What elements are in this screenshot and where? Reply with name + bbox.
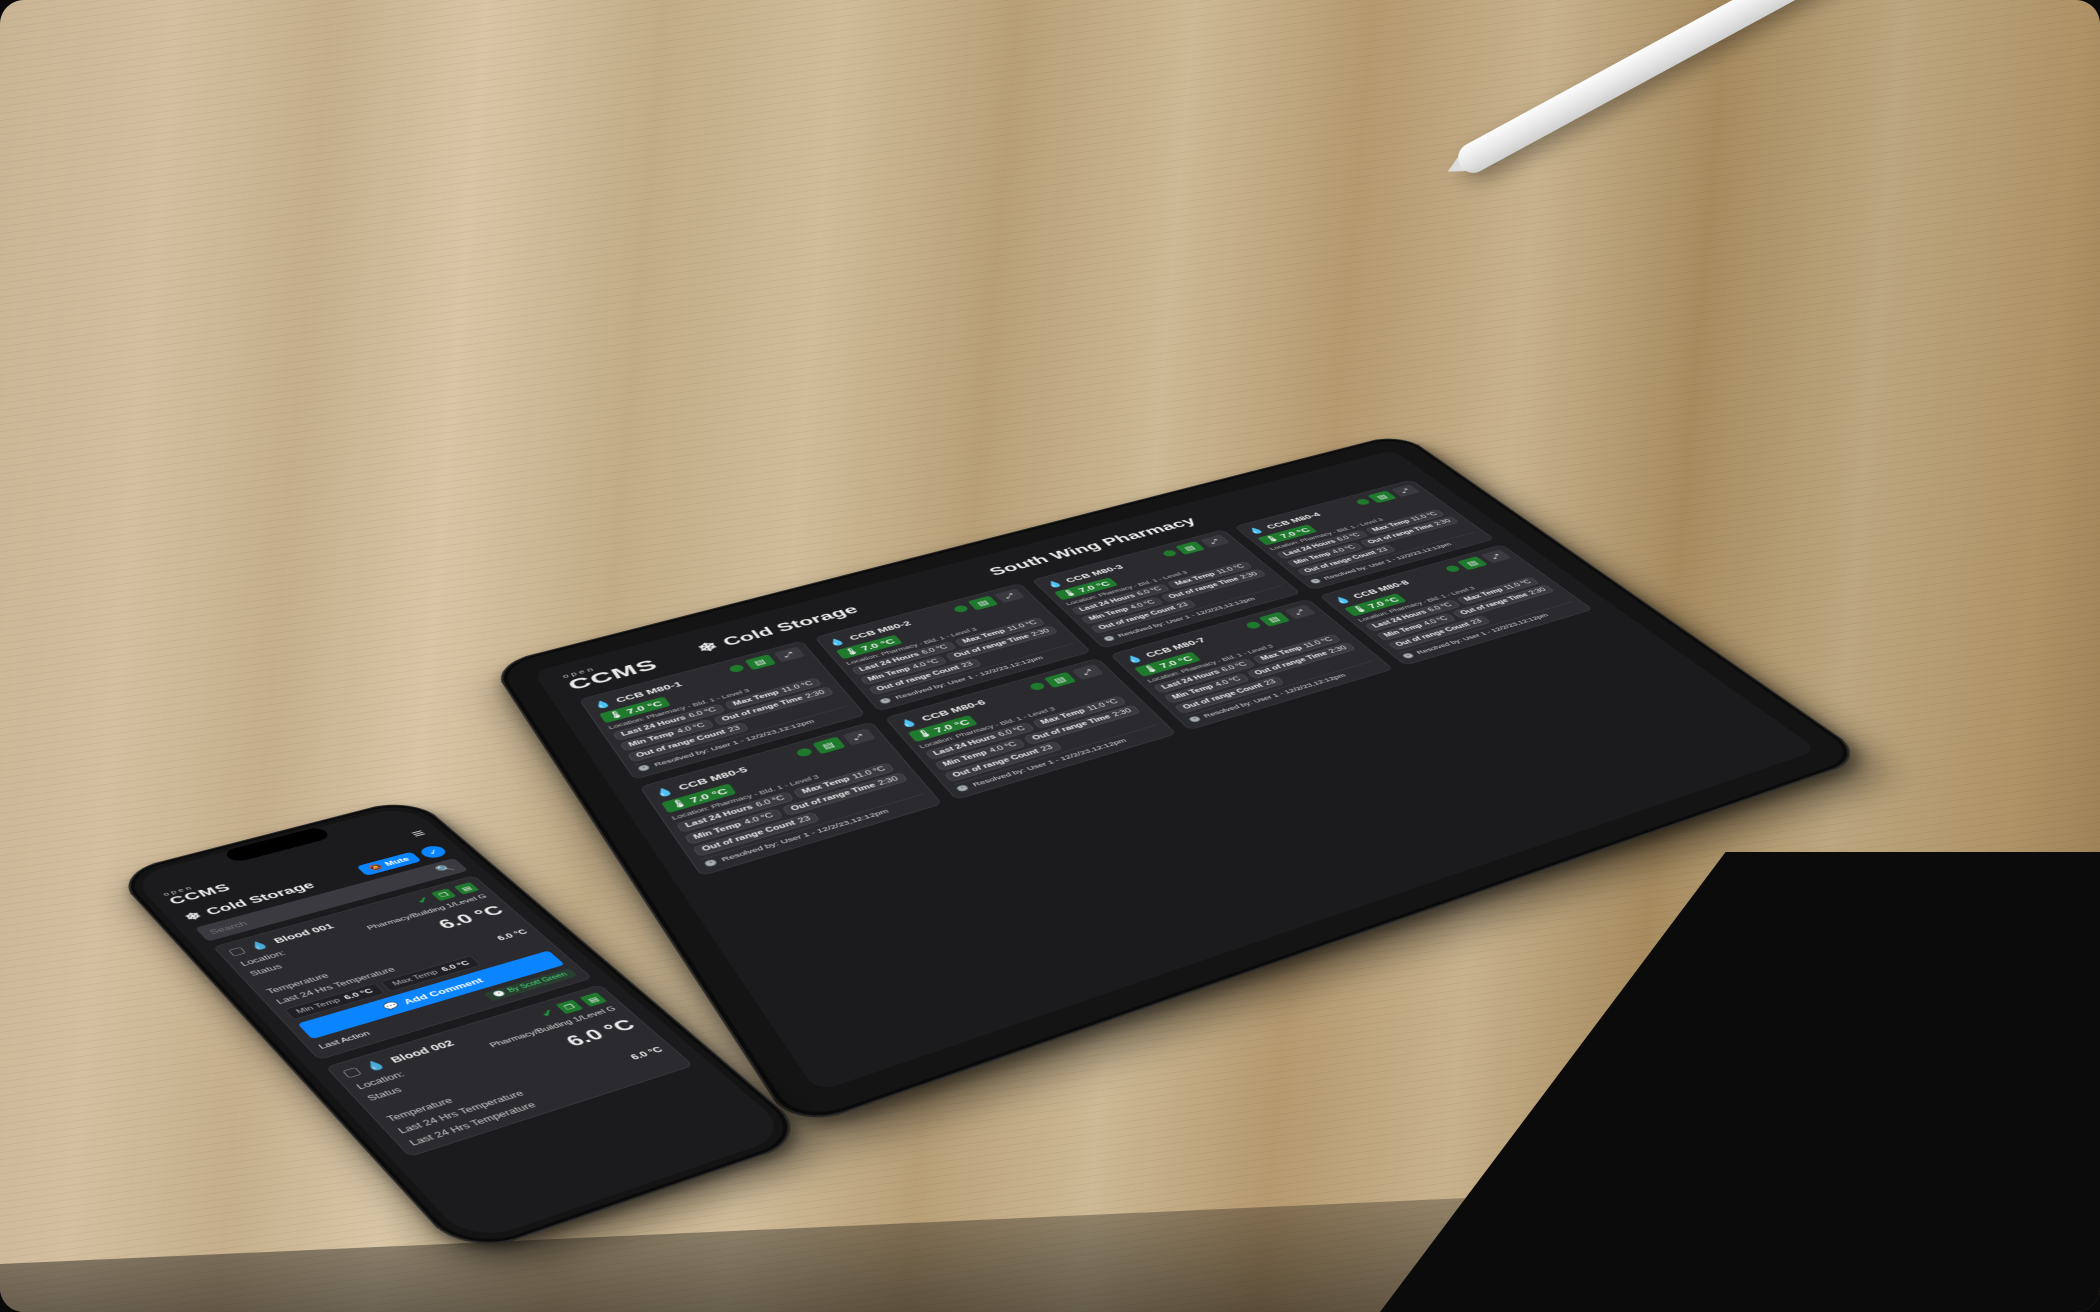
status-dot [952,604,970,613]
search-icon[interactable]: 🔍 [433,862,458,874]
thermometer-icon: 🌡 [1140,663,1162,674]
snowflake-icon: ❄ [182,910,205,923]
last24-value: 6.0 °C [628,1045,665,1061]
oor-count-pill: Out of range Count 23 [943,741,1062,782]
select-checkbox[interactable] [228,947,246,957]
status-check-icon: ✔ [413,895,433,906]
phone-sensor-card[interactable]: 💧 Blood 002 ✔ ❐ ▤ Location: Pharmacy/Buil… [325,984,694,1157]
status-dot [1355,498,1372,506]
min-temp-pill: Min Temp 4.0 °C [620,719,715,751]
last24-pill: Last 24 Hours 6.0 °C [676,791,795,832]
clock-icon: 🕑 [955,784,971,793]
clock-icon: 🕑 [1309,578,1324,585]
chart-icon[interactable]: ▤ [812,737,845,755]
location-value: Pharmacy/Building 1/Level G [488,1005,619,1050]
status-check-icon: ✔ [537,1007,559,1020]
chat-icon: 💬 [381,1000,403,1012]
chart-icon[interactable]: ▤ [454,882,479,895]
copy-icon[interactable]: ❐ [431,888,457,901]
status-dot [1244,621,1262,630]
clock-icon: 🕑 [878,697,893,705]
drop-icon: 💧 [1246,525,1267,535]
drop-icon: 💧 [1044,579,1065,590]
thermometer-icon: 🌡 [605,709,626,721]
card-location: Location: Pharmacy - Bld. 1 - Level 3 [670,753,892,821]
drop-icon: 💧 [826,636,848,647]
temperature-label: Temperature [385,1096,455,1123]
clock-icon: 🕑 [492,990,508,998]
resolved-by-row: 🕑 Resolved by: User 1 - 12/2/23,12:12pm [953,724,1165,792]
status-dot [1444,565,1462,573]
chart-icon[interactable]: ▤ [580,992,608,1006]
clock-icon: 🕑 [636,764,652,773]
drop-icon: 💧 [897,717,920,730]
card-title: CCB M80-5 [676,752,794,791]
current-temp-badge: 🌡7.0 °C [907,715,978,742]
clock-icon: 🕑 [703,859,720,869]
oor-time-pill: Out of range Time 2:30 [1023,705,1141,745]
select-checkbox[interactable] [342,1067,362,1078]
drop-icon: 💧 [1331,595,1353,606]
thermometer-icon: 🌡 [914,728,936,740]
thermometer-icon: 🌡 [1349,604,1370,614]
drop-icon: 💧 [1123,653,1146,665]
menu-icon[interactable]: ≡ [407,827,430,840]
last24-pill: Last 24 Hours 6.0 °C [924,722,1035,760]
last24-label: Last 24 Hrs Temperature [396,1089,526,1135]
min-temp-pill: Min Temp 4.0 °C [934,738,1027,771]
drop-icon: 💧 [652,785,676,799]
expand-icon[interactable]: ⤢ [842,728,875,745]
check-icon: ✓ [425,847,442,856]
drop-icon: 💧 [591,698,613,710]
clock-icon: 🕑 [1401,652,1416,660]
status-dot [1161,549,1178,557]
resolved-by-row: 🕑 Resolved by: User 1 - 12/2/23,12:12pm [701,794,930,869]
clock-icon: 🕑 [1102,635,1117,642]
oor-count-pill: Out of range Count 23 [692,812,820,857]
thermometer-icon: 🌡 [841,646,862,657]
oor-count-pill: Out of range Count 23 [627,722,749,762]
copy-icon[interactable]: ❐ [556,1000,584,1015]
oor-time-pill: Out of range Time 2:30 [782,772,909,816]
status-dot [794,747,813,758]
select-all-toggle[interactable]: ✓ [417,844,449,860]
current-temp-badge: 🌡7.0 °C [661,783,736,813]
thermometer-icon: 🌡 [668,797,690,810]
temp-value: 6.0 °C [561,1016,641,1051]
item-name: Blood 002 [388,1013,540,1064]
thermometer-icon: 🌡 [1060,588,1080,598]
clock-icon: 🕑 [1187,715,1203,723]
last-action-label: Last Action [317,1030,372,1050]
drop-icon: 💧 [246,939,272,953]
sensor-card[interactable]: 💧 CCB M80-5 ▤ ⤢ 🌡7.0 °C Location: Pharma… [639,722,942,877]
status-label: Status [365,1085,412,1111]
resolved-by-row: 🕑 Resolved by: User 1 - 12/2/23,12:12pm [635,706,854,773]
snowflake-icon: ❄ [694,639,722,655]
last24-label: Last 24 Hrs Temperature [407,1100,538,1147]
drop-icon: 💧 [361,1058,389,1074]
status-dot [727,664,745,674]
min-temp-pill: Min Temp 4.0 °C [684,808,783,844]
status-dot [1028,681,1047,691]
bell-off-icon: 🔕 [367,863,385,872]
phone-sensor-card[interactable]: 💧 Blood 001 ✔ ❐ ▤ Location:Pharmacy/Buil… [213,875,593,1060]
max-temp-pill: Max Temp 11.0 °C [793,762,895,798]
location-label: Location: [354,1070,406,1091]
thermometer-icon: 🌡 [1262,534,1282,543]
